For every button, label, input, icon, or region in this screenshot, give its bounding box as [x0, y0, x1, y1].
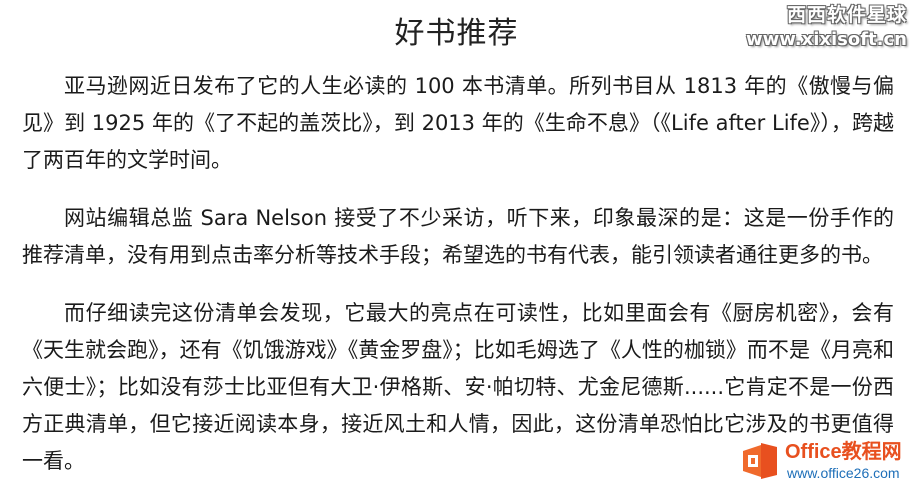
watermark-site-url: www.xixisoft.cn: [746, 29, 907, 50]
watermark-site-name: 西西软件星球: [786, 4, 907, 26]
paragraph-1: 亚马逊网近日发布了它的人生必读的 100 本书清单。所列书目从 1813 年的《…: [22, 74, 894, 172]
watermark-brand: Office教程网: [785, 441, 902, 463]
watermark-bottom-right: Office教程网 www.office26.com: [735, 435, 907, 487]
watermark-brand-url: www.office26.com: [787, 465, 900, 481]
watermark-top-right: 西西软件星球 www.xixisoft.cn: [746, 2, 907, 52]
paragraph-2: 网站编辑总监 Sara Nelson 接受了不少采访，听下来，印象最深的是：这是…: [22, 206, 894, 267]
office-logo-icon: [743, 443, 777, 479]
